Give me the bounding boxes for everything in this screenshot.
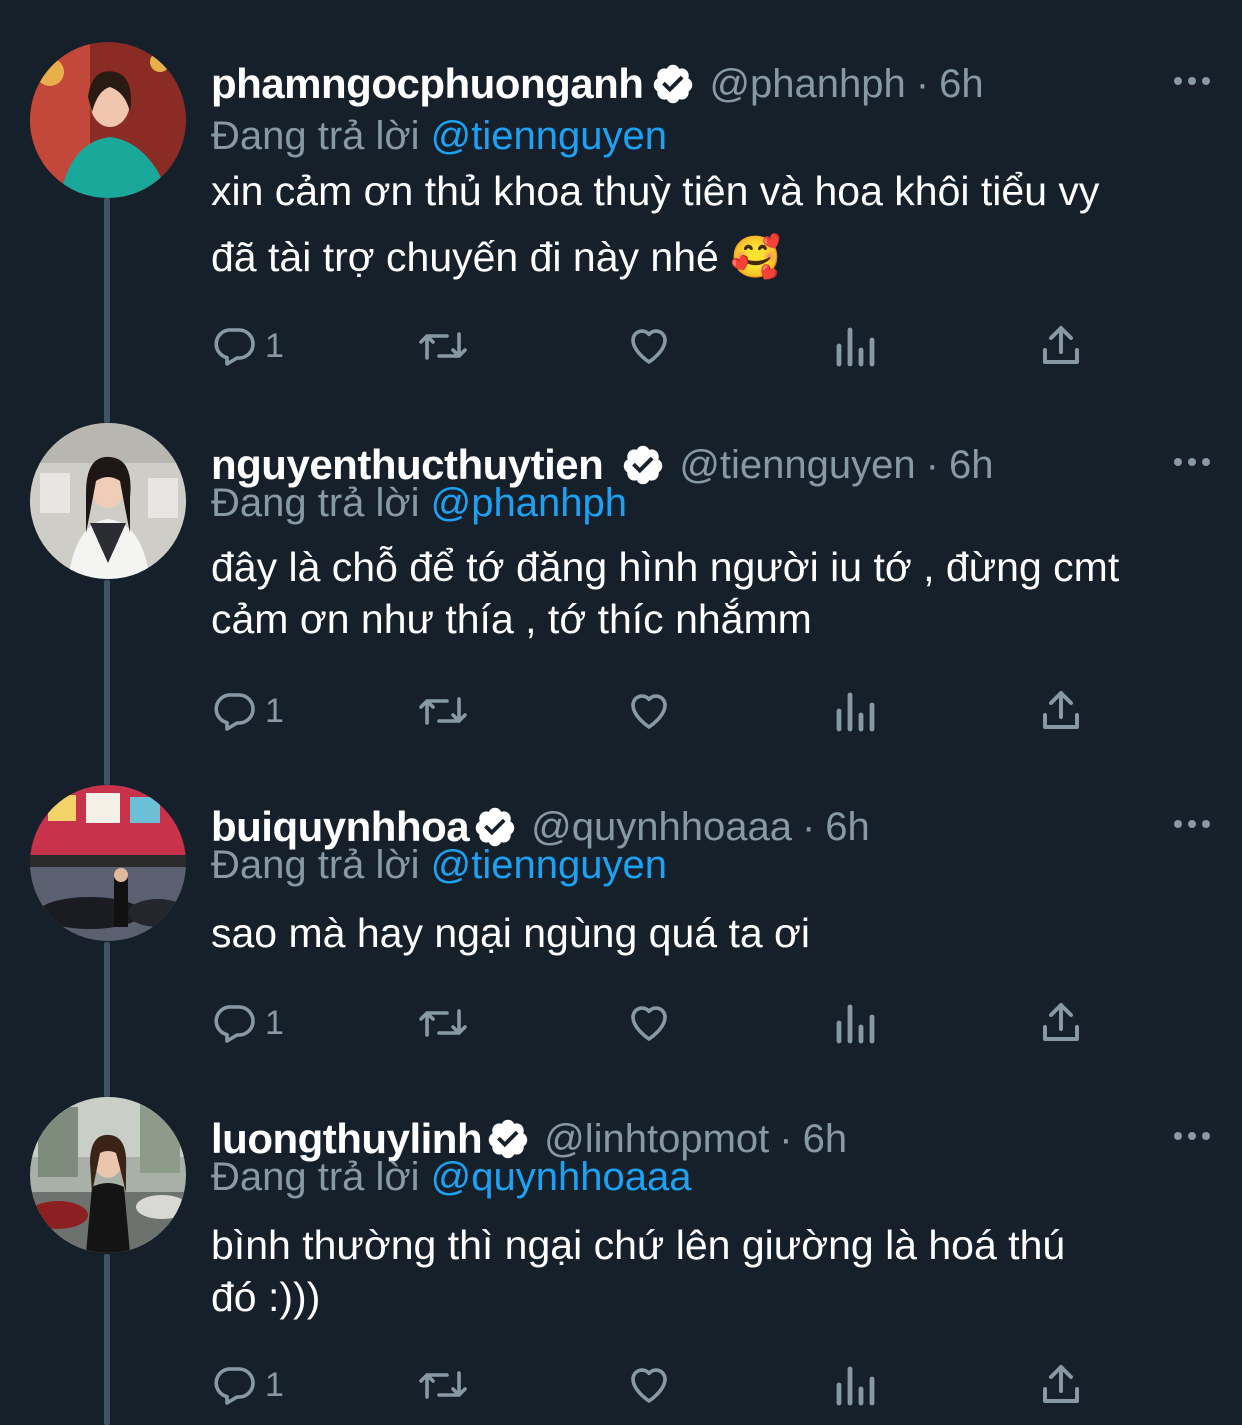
analytics-icon [836,692,875,732]
retweet-button[interactable] [415,681,471,741]
reply-count: 1 [265,691,284,730]
share-icon [1043,1003,1079,1041]
tweet-actions: 1 [211,681,1111,741]
retweet-button[interactable] [415,1355,471,1415]
like-button[interactable] [625,681,673,741]
heart-icon [631,1006,667,1041]
avatar[interactable] [30,1097,186,1253]
share-button[interactable] [1039,993,1083,1053]
analytics-button[interactable] [833,316,877,376]
like-button[interactable] [625,316,673,376]
tweet-text-line: đã tài trợ chuyến đi này nhé 🥰 [211,234,782,280]
separator: · [801,804,816,849]
mention-link[interactable]: @tiennguyen [431,114,667,158]
tweet-text-line: xin cảm ơn thủ khoa thuỳ tiên và hoa khô… [211,168,1100,214]
reply-button[interactable]: 1 [211,681,284,741]
tweet[interactable]: luongthuylinh @linhtopmot · 6h Đang trả … [0,1097,1242,1425]
replying-to-label: Đang trả lời [211,114,420,158]
more-horizontal-icon[interactable] [1172,66,1212,96]
avatar[interactable] [30,785,186,941]
tweet-text-line: đó :))) [211,1274,321,1320]
share-icon [1043,691,1079,729]
handle[interactable]: @tiennguyen [679,443,915,488]
share-icon [1043,326,1079,364]
verified-badge-icon [651,62,695,106]
replying-to-label: Đang trả lời [211,481,420,525]
reply-count: 1 [265,1003,284,1042]
mention-link[interactable]: @quynhhoaaa [431,1155,692,1199]
tweet-text-line: sao mà hay ngại ngùng quá ta ơi [211,910,811,956]
tweet[interactable]: nguyenthucthuytien @tiennguyen · 6h Đang… [0,423,1242,753]
replying-to-label: Đang trả lời [211,1155,420,1199]
reply-button[interactable]: 1 [211,993,284,1053]
replying-to: Đang trả lời @tiennguyen [211,114,667,159]
tweet-actions: 1 [211,993,1111,1053]
analytics-button[interactable] [833,681,877,741]
avatar[interactable] [30,423,186,579]
like-button[interactable] [625,1355,673,1415]
reply-count: 1 [265,1365,284,1404]
tweet-actions: 1 [211,1355,1111,1415]
replying-to-label: Đang trả lời [211,843,420,887]
retweet-button[interactable] [415,993,471,1053]
reply-count: 1 [265,326,284,365]
analytics-button[interactable] [833,1355,877,1415]
tweet-actions: 1 [211,316,1111,376]
mention-link[interactable]: @tiennguyen [431,843,667,887]
share-button[interactable] [1039,316,1083,376]
analytics-icon [836,327,875,367]
reply-icon [214,693,255,731]
mention-link[interactable]: @phanhph [431,481,627,525]
tweet[interactable]: buiquynhhoa @quynhhoaaa · 6h Đang trả lờ… [0,785,1242,1075]
separator: · [925,442,939,487]
display-name[interactable]: phamngocphuonganh [211,60,644,108]
heart-icon [631,694,667,729]
tweet-text-line: đây là chỗ để tớ đăng hình người iu tớ ,… [211,544,1120,590]
tweet-text: đây là chỗ để tớ đăng hình người iu tớ ,… [211,541,1201,645]
tweet-text-line: cảm ơn như thía , tớ thíc nhắmm [211,596,812,642]
reply-icon [214,1367,255,1405]
replying-to: Đang trả lời @tiennguyen [211,843,667,888]
reply-icon [214,328,255,366]
separator: · [779,1116,793,1161]
share-icon [1043,1365,1079,1403]
analytics-button[interactable] [833,993,877,1053]
analytics-icon [836,1004,875,1044]
reply-button[interactable]: 1 [211,316,284,376]
more-horizontal-icon[interactable] [1172,447,1212,477]
share-button[interactable] [1039,1355,1083,1415]
reply-icon [214,1005,255,1043]
tweet-text: sao mà hay ngại ngùng quá ta ơi [211,907,1201,959]
retweet-icon [419,1009,467,1037]
like-button[interactable] [625,993,673,1053]
retweet-button[interactable] [415,316,471,376]
timestamp[interactable]: 6h [803,1117,848,1162]
share-button[interactable] [1039,681,1083,741]
avatar[interactable] [30,42,186,198]
more-horizontal-icon[interactable] [1172,1121,1212,1151]
retweet-icon [419,332,467,360]
reply-button[interactable]: 1 [211,1355,284,1415]
retweet-icon [419,697,467,725]
analytics-icon [836,1366,875,1406]
heart-icon [631,329,667,364]
timestamp[interactable]: 6h [949,443,994,488]
timestamp[interactable]: 6h [825,805,870,850]
tweet-text: xin cảm ơn thủ khoa thuỳ tiên và hoa khô… [211,158,1201,290]
tweet[interactable]: phamngocphuonganh @phanhph · 6h Đang trả… [0,42,1242,372]
handle[interactable]: @phanhph [709,62,905,107]
heart-icon [631,1368,667,1403]
timestamp[interactable]: 6h [939,62,984,107]
retweet-icon [419,1371,467,1399]
replying-to: Đang trả lời @quynhhoaaa [211,1155,692,1200]
tweet-text: bình thường thì ngại chứ lên giường là h… [211,1219,1201,1323]
verified-badge-icon [621,443,665,487]
replying-to: Đang trả lời @phanhph [211,481,627,526]
separator: · [915,61,930,106]
more-horizontal-icon[interactable] [1172,809,1212,839]
tweet-text-line: bình thường thì ngại chứ lên giường là h… [211,1222,1066,1268]
